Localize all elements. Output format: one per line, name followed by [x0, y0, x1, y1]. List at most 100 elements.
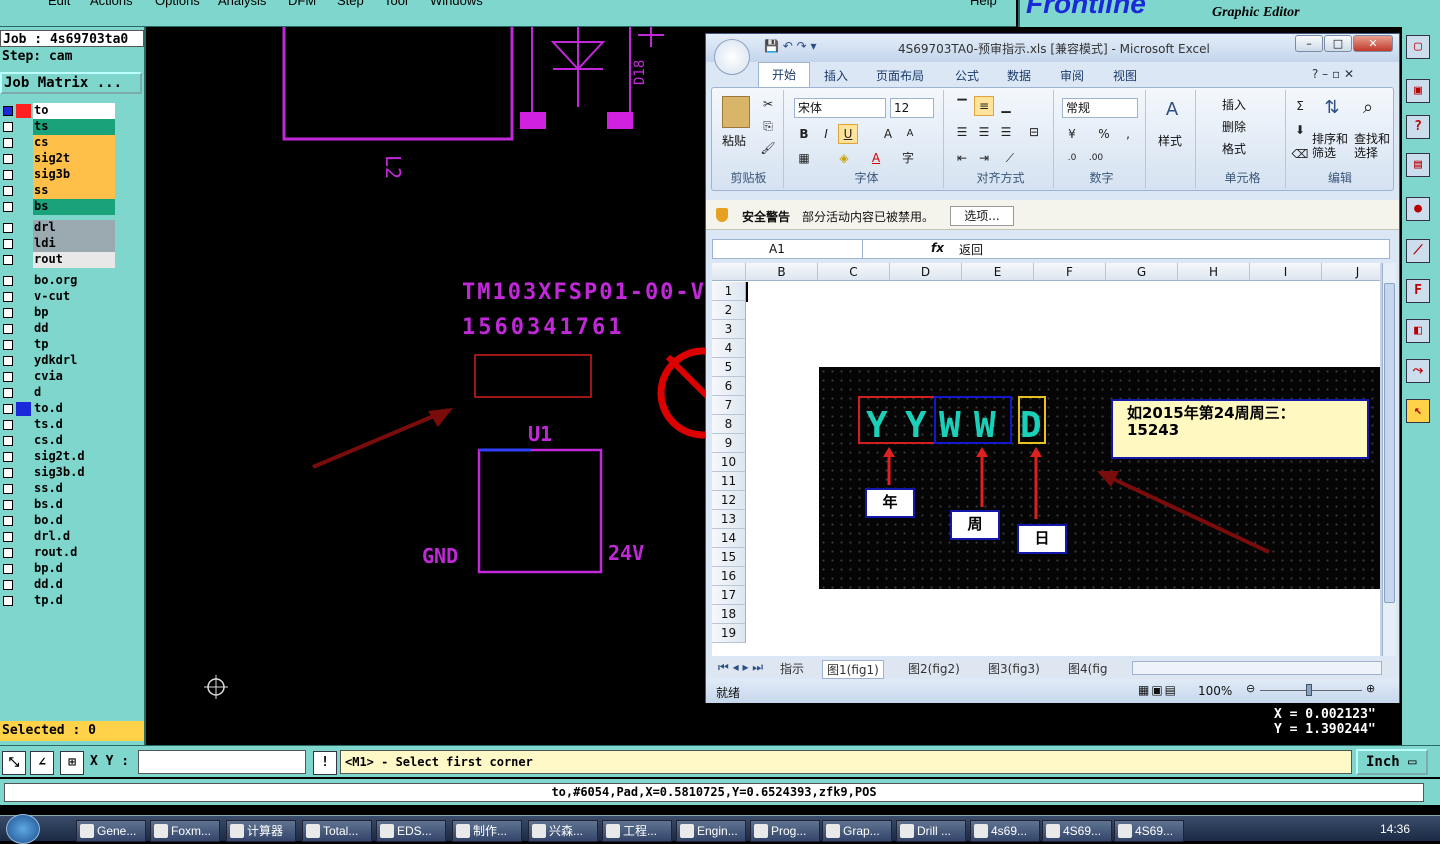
layer-row[interactable]: bp — [0, 305, 116, 321]
percent-icon[interactable]: % — [1094, 124, 1114, 144]
layer-row[interactable]: ss.d — [0, 481, 116, 497]
layer-checkbox[interactable] — [3, 340, 13, 350]
column-header[interactable]: G — [1106, 263, 1178, 281]
layer-checkbox[interactable] — [3, 388, 13, 398]
layer-checkbox[interactable] — [3, 239, 13, 249]
layer-checkbox[interactable] — [3, 468, 13, 478]
sheet-tab-5[interactable]: 图4(fig — [1064, 660, 1112, 677]
layer-checkbox[interactable] — [3, 484, 13, 494]
layer-checkbox[interactable] — [3, 356, 13, 366]
unit-selector[interactable]: Inch ▭ — [1356, 749, 1428, 775]
increase-decimal-icon[interactable]: .0 — [1062, 148, 1082, 168]
layer-row[interactable]: ldi — [0, 236, 116, 252]
format-cells-button[interactable]: 格式 — [1222, 140, 1246, 157]
close-button[interactable]: ✕ — [1353, 35, 1393, 52]
sheet-tab-1[interactable]: 指示 — [776, 660, 808, 677]
layer-checkbox[interactable] — [3, 324, 13, 334]
tool-zoom-icon[interactable]: ▢ — [1406, 35, 1430, 59]
layer-row[interactable]: bs — [0, 199, 116, 215]
tool-copy-icon[interactable]: ◧ — [1406, 319, 1430, 343]
align-left-icon[interactable]: ☰ — [952, 122, 972, 142]
sheet-tab-2[interactable]: 图1(fig1) — [822, 660, 884, 679]
row-header[interactable]: 14 — [712, 529, 746, 548]
tab-view[interactable]: 视图 — [1113, 67, 1137, 84]
row-header[interactable]: 6 — [712, 377, 746, 396]
row-header[interactable]: 8 — [712, 415, 746, 434]
layer-row[interactable]: bo.d — [0, 513, 116, 529]
menu-help[interactable]: Help — [970, 0, 997, 8]
column-header[interactable]: H — [1178, 263, 1250, 281]
paste-label[interactable]: 粘贴 — [722, 132, 746, 149]
align-center-icon[interactable]: ☰ — [974, 122, 994, 142]
orientation-icon[interactable]: ⟋ — [1000, 148, 1020, 168]
insert-cells-button[interactable]: 插入 — [1222, 96, 1246, 113]
scroll-thumb[interactable] — [1384, 283, 1395, 603]
taskbar-button[interactable]: Total... — [302, 820, 372, 842]
layer-checkbox[interactable] — [3, 186, 13, 196]
active-cell[interactable] — [746, 282, 748, 302]
copy-icon[interactable]: ⎘ — [758, 116, 778, 136]
sheet-tab-4[interactable]: 图3(fig3) — [984, 660, 1044, 677]
menu-options[interactable]: Options — [155, 0, 200, 8]
taskbar-button[interactable]: Prog... — [750, 820, 820, 842]
autosum-icon[interactable]: Σ — [1290, 96, 1310, 116]
row-header[interactable]: 11 — [712, 472, 746, 491]
align-middle-icon[interactable]: ≡ — [974, 96, 994, 116]
vertical-scrollbar[interactable] — [1382, 263, 1396, 656]
layer-checkbox[interactable] — [3, 596, 13, 606]
function-icon[interactable]: fx — [931, 241, 944, 255]
shrink-font-icon[interactable]: A — [900, 124, 920, 144]
decrease-decimal-icon[interactable]: .00 — [1086, 148, 1106, 168]
underline-button[interactable]: U — [838, 124, 858, 144]
layer-checkbox[interactable] — [3, 404, 13, 414]
spreadsheet-grid[interactable]: BCDEFGHIJ 1 2 3 4 5 6 7 8 9 10 11 12 13 14 15 16 17 18 19 … — [712, 263, 1382, 656]
styles-label[interactable]: 样式 — [1158, 132, 1182, 149]
tool-snap-icon[interactable]: ▣ — [1406, 79, 1430, 103]
row-header[interactable]: 9 — [712, 434, 746, 453]
layer-checkbox[interactable] — [3, 122, 13, 132]
layer-row[interactable]: ss — [0, 183, 116, 199]
tab-insert[interactable]: 插入 — [824, 67, 848, 84]
tool-measure-icon[interactable]: ⟋ — [1406, 239, 1430, 263]
menu-edit[interactable]: Edit — [48, 0, 70, 8]
layer-checkbox[interactable] — [3, 276, 13, 286]
layer-row[interactable]: bp.d — [0, 561, 116, 577]
security-options-button[interactable]: 选项... — [950, 206, 1014, 226]
layer-row[interactable]: d — [0, 385, 116, 401]
tool-flip-icon[interactable]: F — [1406, 279, 1430, 303]
column-header[interactable]: D — [890, 263, 962, 281]
taskbar-button[interactable]: Foxm... — [150, 820, 220, 842]
taskbar-button[interactable]: Engin... — [676, 820, 746, 842]
layer-row[interactable]: v-cut — [0, 289, 116, 305]
menu-analysis[interactable]: Analysis — [218, 0, 266, 8]
taskbar-button[interactable]: 4S69... — [1042, 820, 1112, 842]
sort-filter-icon[interactable]: ⇅ — [1322, 98, 1342, 118]
job-matrix-button[interactable]: Job Matrix ... — [0, 72, 142, 94]
column-header[interactable]: J — [1322, 263, 1382, 281]
taskbar-button[interactable]: 4S69... — [1114, 820, 1184, 842]
sheet-tab-3[interactable]: 图2(fig2) — [904, 660, 964, 677]
row-header[interactable]: 15 — [712, 548, 746, 567]
comma-icon[interactable]: , — [1118, 124, 1138, 144]
layer-row[interactable]: rout.d — [0, 545, 116, 561]
horizontal-scrollbar[interactable] — [1132, 661, 1382, 675]
row-header[interactable]: 18 — [712, 605, 746, 624]
layer-checkbox[interactable] — [3, 170, 13, 180]
tool-select-icon[interactable]: ↖ — [1406, 399, 1430, 423]
layer-checkbox[interactable] — [3, 154, 13, 164]
column-header[interactable]: C — [818, 263, 890, 281]
font-color-icon[interactable]: A — [866, 148, 886, 168]
row-header[interactable]: 1 — [712, 282, 746, 301]
row-header[interactable]: 17 — [712, 586, 746, 605]
select-all[interactable] — [712, 263, 746, 281]
layer-row[interactable]: sig2t — [0, 151, 116, 167]
zoom-tool-icon[interactable]: ⤡ — [2, 751, 26, 775]
row-header[interactable]: 10 — [712, 453, 746, 472]
layer-checkbox[interactable] — [3, 452, 13, 462]
layer-row[interactable]: bs.d — [0, 497, 116, 513]
paste-icon[interactable] — [722, 96, 750, 128]
delete-cells-button[interactable]: 删除 — [1222, 118, 1246, 135]
view-buttons[interactable]: ▦▣▤ — [1138, 683, 1178, 697]
row-header[interactable]: 16 — [712, 567, 746, 586]
layer-row[interactable]: to.d — [0, 401, 116, 417]
